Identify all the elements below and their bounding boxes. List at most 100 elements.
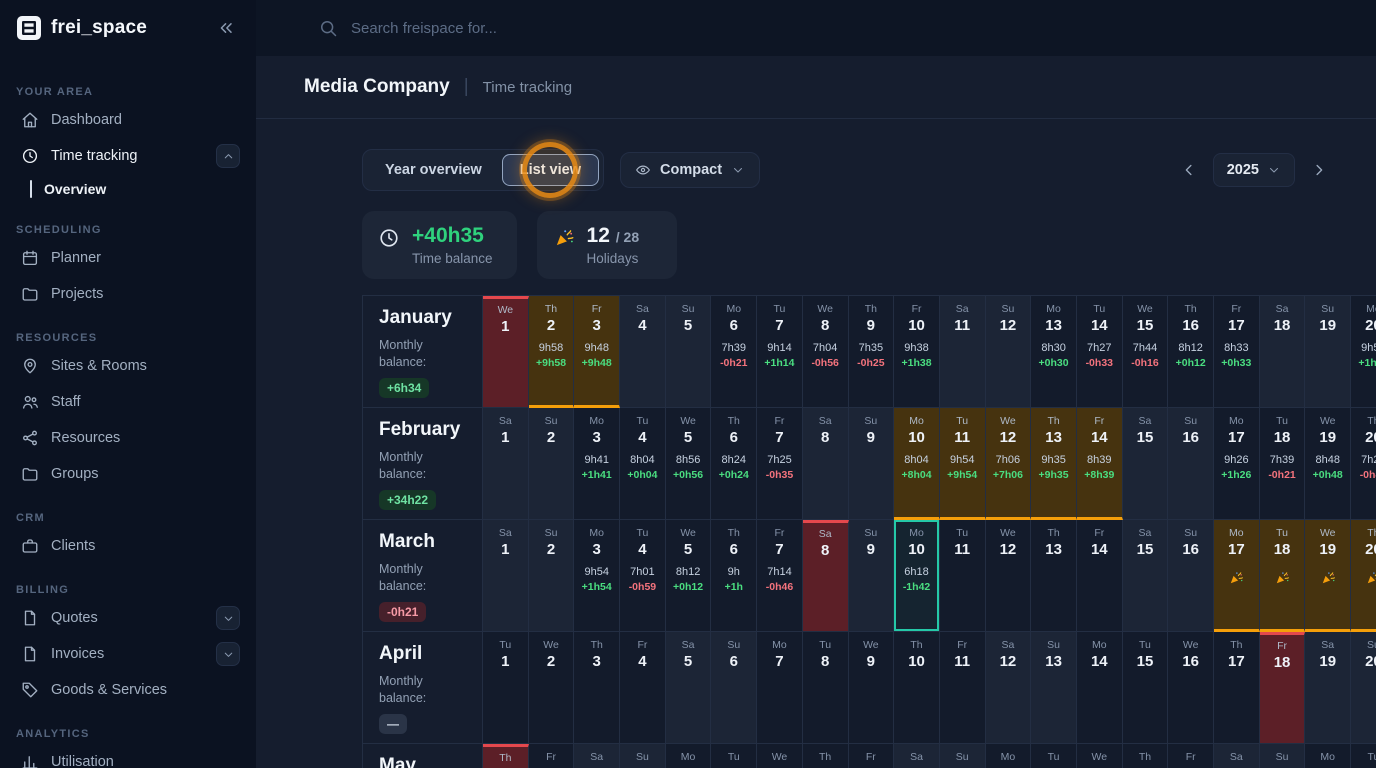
day-cell-february-9[interactable]: Su 9 [849,408,895,520]
sidebar-item-planner[interactable]: Planner [0,240,256,276]
day-cell-march-11[interactable]: Tu 11 [940,520,986,632]
day-cell-february-1[interactable]: Sa 1 [483,408,529,520]
day-cell-may-5[interactable]: Mo 5 [666,744,712,768]
day-cell-april-16[interactable]: We 16 [1168,632,1214,744]
day-cell-february-7[interactable]: Fr 77h25-0h35 [757,408,803,520]
day-cell-february-15[interactable]: Sa 15 [1123,408,1169,520]
day-cell-april-15[interactable]: Tu 15 [1123,632,1169,744]
day-cell-march-4[interactable]: Tu 47h01-0h59 [620,520,666,632]
day-cell-may-20[interactable]: Tu 20 [1351,744,1376,768]
day-cell-february-4[interactable]: Tu 48h04+0h04 [620,408,666,520]
sidebar-subitem-overview[interactable]: Overview [0,174,256,204]
tab-year-overview[interactable]: Year overview [367,154,500,186]
day-cell-may-15[interactable]: Th 15 [1123,744,1169,768]
sidebar-item-staff[interactable]: Staff [0,384,256,420]
day-cell-april-5[interactable]: Sa 5 [666,632,712,744]
day-cell-january-4[interactable]: Sa 4 [620,296,666,408]
day-cell-january-5[interactable]: Su 5 [666,296,712,408]
day-cell-march-13[interactable]: Th 13 [1031,520,1077,632]
day-cell-january-9[interactable]: Th 97h35-0h25 [849,296,895,408]
day-cell-may-7[interactable]: We 7 [757,744,803,768]
day-cell-march-7[interactable]: Fr 77h14-0h46 [757,520,803,632]
day-cell-february-3[interactable]: Mo 39h41+1h41 [574,408,620,520]
day-cell-april-8[interactable]: Tu 8 [803,632,849,744]
day-cell-april-7[interactable]: Mo 7 [757,632,803,744]
day-cell-march-12[interactable]: We 12 [986,520,1032,632]
year-dropdown[interactable]: 2025 [1213,153,1295,187]
day-cell-january-10[interactable]: Fr 109h38+1h38 [894,296,940,408]
day-cell-april-6[interactable]: Su 6 [711,632,757,744]
compact-dropdown[interactable]: Compact [620,152,760,188]
day-cell-may-11[interactable]: Su 11 [940,744,986,768]
day-cell-january-19[interactable]: Su 19 [1305,296,1351,408]
day-cell-april-3[interactable]: Th 3 [574,632,620,744]
day-cell-march-19[interactable]: We 19 [1305,520,1351,632]
day-cell-march-1[interactable]: Sa 1 [483,520,529,632]
chevron-up-icon[interactable] [216,144,240,168]
day-cell-april-1[interactable]: Tu 1 [483,632,529,744]
day-cell-april-10[interactable]: Th 10 [894,632,940,744]
day-cell-january-18[interactable]: Sa 18 [1260,296,1306,408]
day-cell-march-5[interactable]: We 58h12+0h12 [666,520,712,632]
day-cell-january-12[interactable]: Su 12 [986,296,1032,408]
day-cell-february-10[interactable]: Mo 108h04+8h04 [894,408,940,520]
day-cell-march-3[interactable]: Mo 39h54+1h54 [574,520,620,632]
day-cell-february-12[interactable]: We 127h06+7h06 [986,408,1032,520]
sidebar-item-utilisation[interactable]: Utilisation [0,744,256,768]
day-cell-may-10[interactable]: Sa 10 [894,744,940,768]
day-cell-may-16[interactable]: Fr 16 [1168,744,1214,768]
sidebar-item-invoices[interactable]: Invoices [0,636,256,672]
day-cell-march-20[interactable]: Th 20 [1351,520,1376,632]
day-cell-may-8[interactable]: Th 8 [803,744,849,768]
day-cell-january-14[interactable]: Tu 147h27-0h33 [1077,296,1123,408]
day-cell-january-6[interactable]: Mo 67h39-0h21 [711,296,757,408]
day-cell-february-6[interactable]: Th 68h24+0h24 [711,408,757,520]
day-cell-april-4[interactable]: Fr 4 [620,632,666,744]
day-cell-march-15[interactable]: Sa 15 [1123,520,1169,632]
day-cell-may-2[interactable]: Fr 2 [529,744,575,768]
day-cell-february-2[interactable]: Su 2 [529,408,575,520]
sidebar-item-goods-services[interactable]: Goods & Services [0,672,256,708]
next-year-button[interactable] [1308,159,1330,181]
day-cell-march-8[interactable]: Sa 8 [803,520,849,632]
day-cell-april-18[interactable]: Fr 18 [1260,632,1306,744]
day-cell-january-3[interactable]: Fr 39h48+9h48 [574,296,620,408]
day-cell-april-9[interactable]: We 9 [849,632,895,744]
day-cell-april-12[interactable]: Sa 12 [986,632,1032,744]
day-cell-february-11[interactable]: Tu 119h54+9h54 [940,408,986,520]
day-cell-may-17[interactable]: Sa 17 [1214,744,1260,768]
sidebar-item-sites-rooms[interactable]: Sites & Rooms [0,348,256,384]
day-cell-january-8[interactable]: We 87h04-0h56 [803,296,849,408]
day-cell-march-18[interactable]: Tu 18 [1260,520,1306,632]
tab-list-view[interactable]: List view [502,154,599,186]
day-cell-january-15[interactable]: We 157h44-0h16 [1123,296,1169,408]
day-cell-may-14[interactable]: We 14 [1077,744,1123,768]
day-cell-january-7[interactable]: Tu 79h14+1h14 [757,296,803,408]
sidebar-item-resources[interactable]: Resources [0,420,256,456]
search-input[interactable] [351,20,911,37]
day-cell-january-16[interactable]: Th 168h12+0h12 [1168,296,1214,408]
sidebar-item-groups[interactable]: Groups [0,456,256,492]
prev-year-button[interactable] [1178,159,1200,181]
day-cell-may-6[interactable]: Tu 6 [711,744,757,768]
day-cell-april-11[interactable]: Fr 11 [940,632,986,744]
day-cell-april-13[interactable]: Su 13 [1031,632,1077,744]
day-cell-march-17[interactable]: Mo 17 [1214,520,1260,632]
sidebar-item-projects[interactable]: Projects [0,276,256,312]
day-cell-january-11[interactable]: Sa 11 [940,296,986,408]
day-cell-february-17[interactable]: Mo 179h26+1h26 [1214,408,1260,520]
chevron-down-icon[interactable] [216,606,240,630]
day-cell-january-20[interactable]: Mo 209h51+1h51 [1351,296,1376,408]
day-cell-april-19[interactable]: Sa 19 [1305,632,1351,744]
day-cell-february-18[interactable]: Tu 187h39-0h21 [1260,408,1306,520]
day-cell-may-19[interactable]: Mo 19 [1305,744,1351,768]
day-cell-january-2[interactable]: Th 29h58+9h58 [529,296,575,408]
sidebar-item-quotes[interactable]: Quotes [0,600,256,636]
day-cell-march-2[interactable]: Su 2 [529,520,575,632]
day-cell-may-3[interactable]: Sa 3 [574,744,620,768]
day-cell-april-17[interactable]: Th 17 [1214,632,1260,744]
day-cell-april-20[interactable]: Su 20 [1351,632,1376,744]
sidebar-item-time-tracking[interactable]: Time tracking [0,138,256,174]
day-cell-february-16[interactable]: Su 16 [1168,408,1214,520]
sidebar-collapse-icon[interactable] [216,18,236,38]
